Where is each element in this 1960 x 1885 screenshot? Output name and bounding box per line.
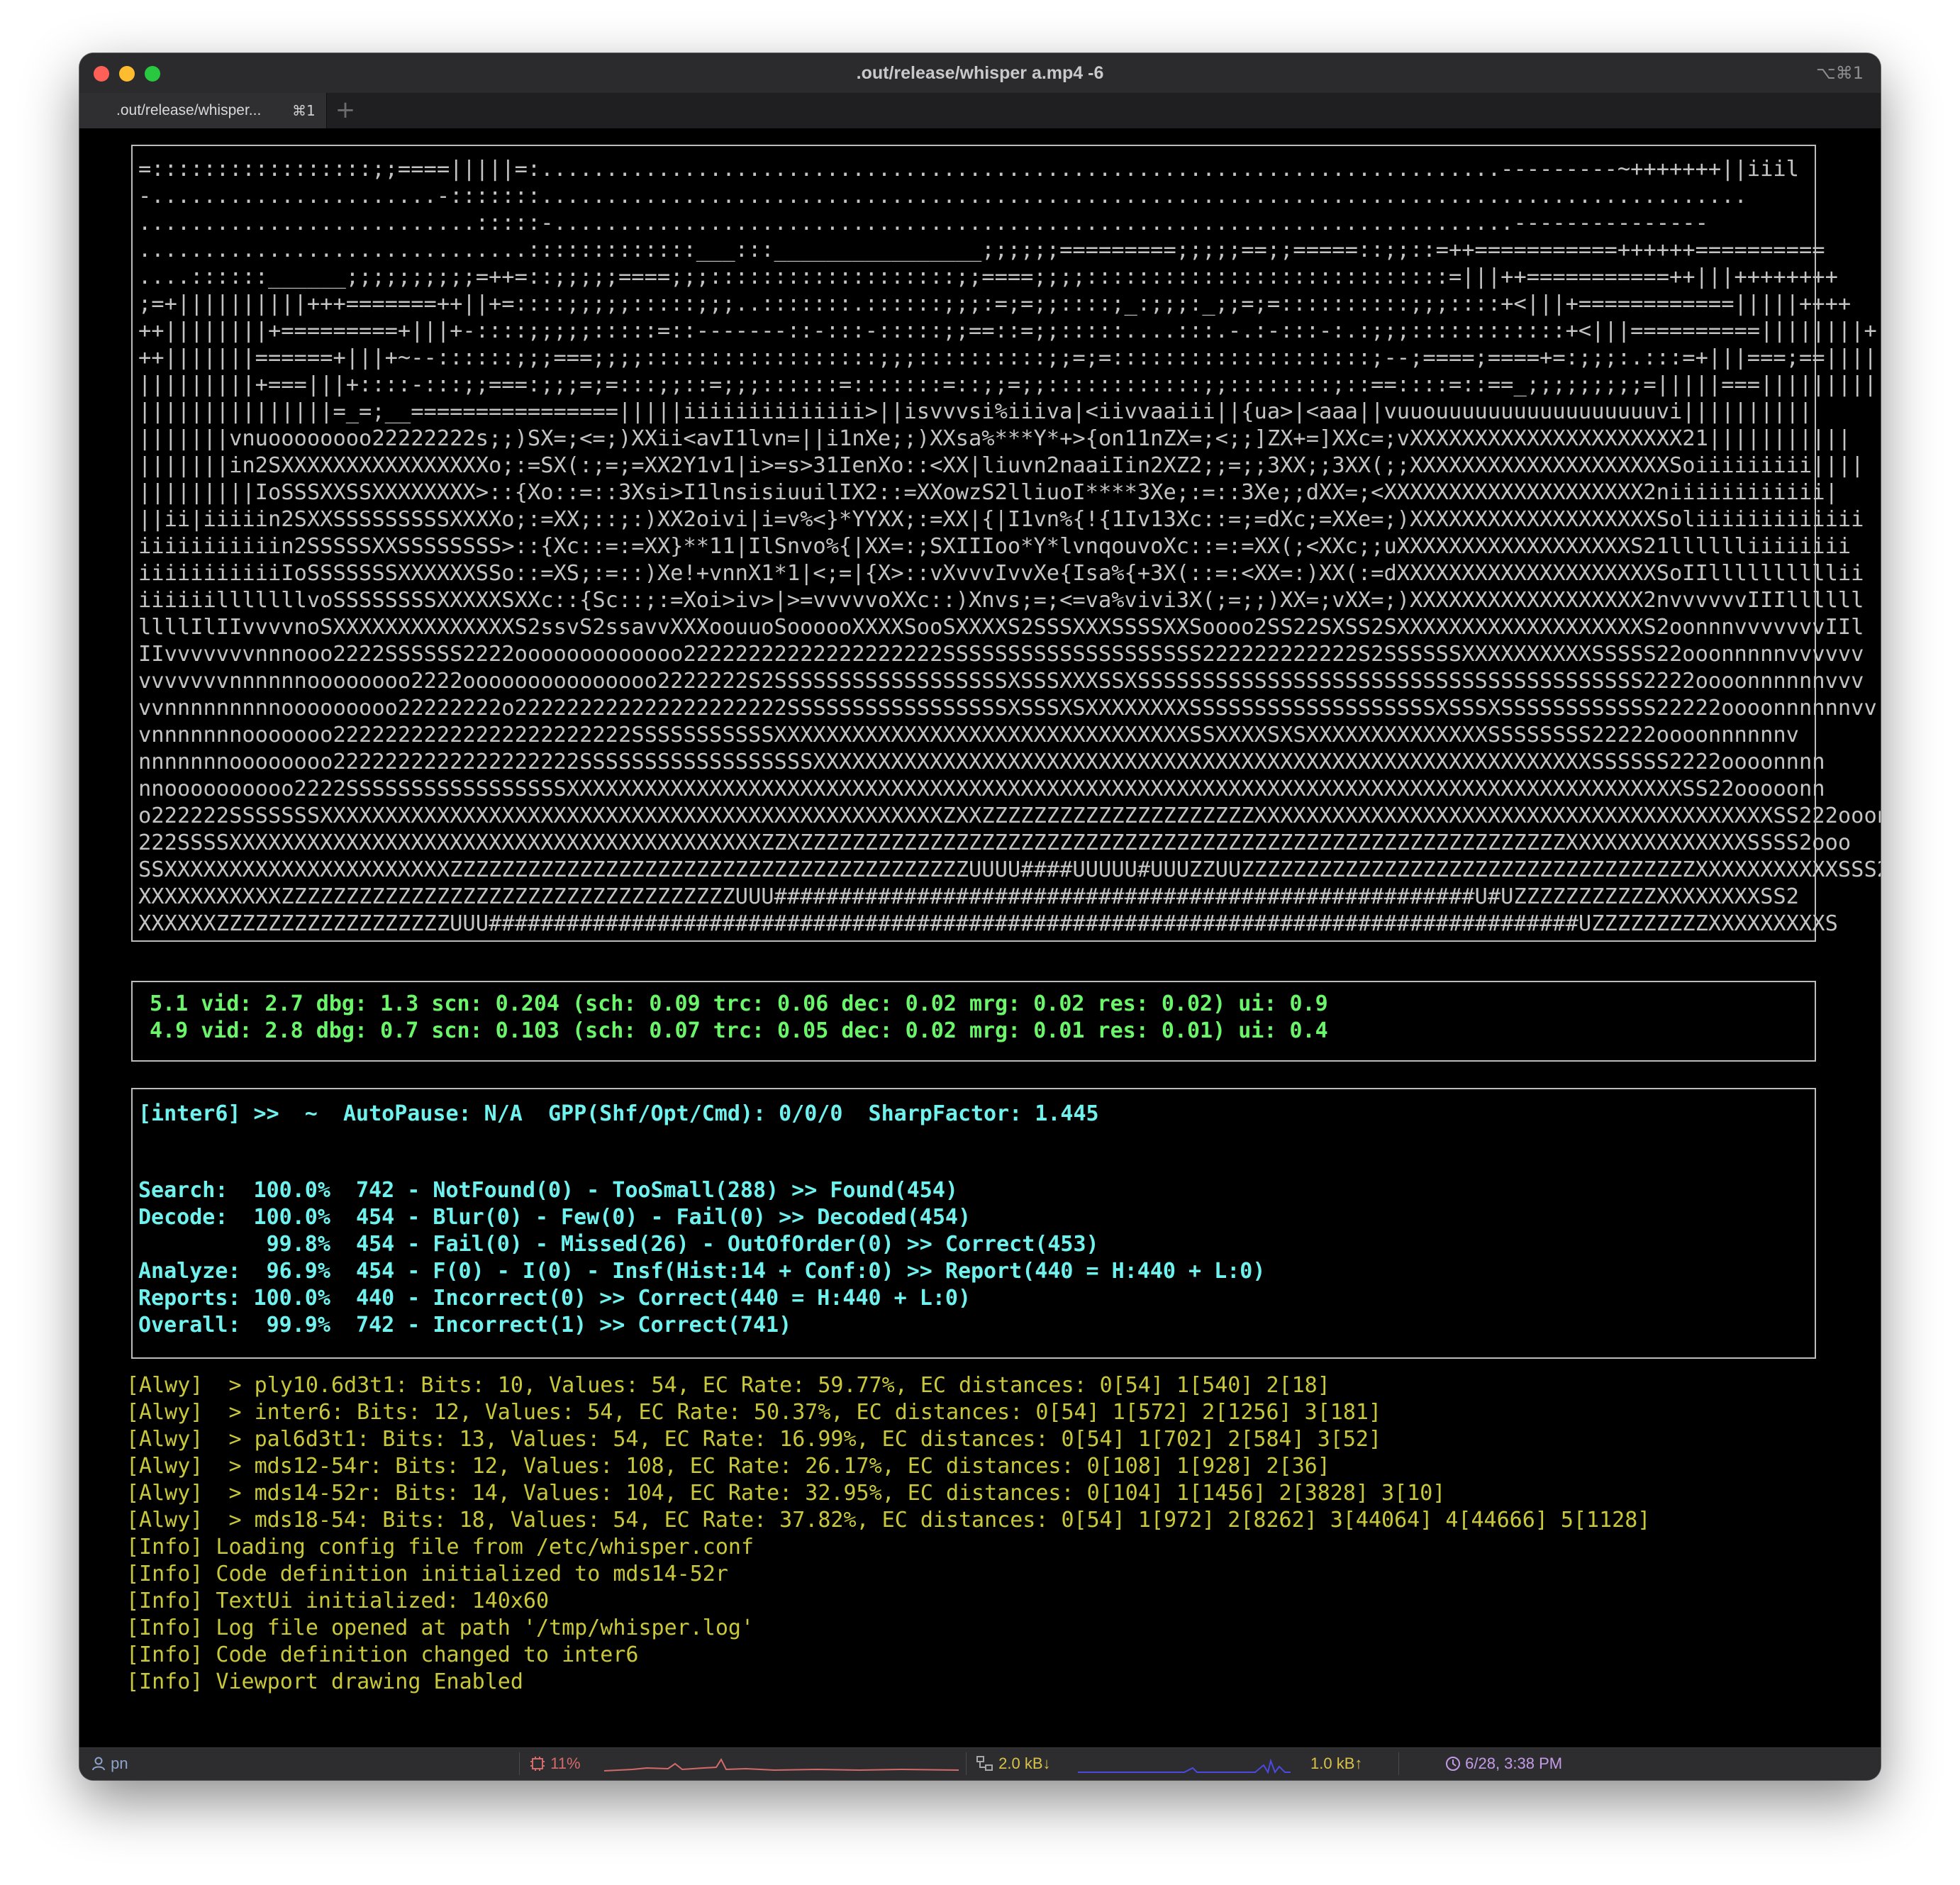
ascii-line: |||||||||||||||=_=;__================|||…	[138, 399, 1813, 424]
ascii-line: SSXXXXXXXXXXXXXXXXXXXXXXZZZZZZZZZZZZZZZZ…	[138, 857, 1881, 882]
log-line: [Alwy] > pal6d3t1: Bits: 13, Values: 54,…	[126, 1427, 1382, 1452]
stats-line: 99.8% 454 - Fail(0) - Missed(26) - OutOf…	[138, 1232, 1099, 1257]
ascii-line: vvnnnnnnnnnooooooooo22222222o22222222222…	[138, 696, 1877, 721]
cpu-status[interactable]: 11%	[529, 1755, 581, 1773]
clock-icon	[1446, 1757, 1460, 1771]
ascii-line: o222222SSSSSSSXXXXXXXXXXXXXXXXXXXXXXXXXX…	[138, 804, 1881, 828]
status-separator	[1398, 1752, 1399, 1775]
ascii-line: nnnnnnnoooooooo2222222222222222222SSSSSS…	[138, 750, 1825, 774]
user-name: pn	[111, 1755, 128, 1772]
net-up-value: 1.0 kB↑	[1310, 1755, 1363, 1772]
ascii-line: ++|||||||======+|||+~--::::::;;;===;;;;:…	[138, 345, 1881, 370]
terminal-window: .out/release/whisper a.mp4 -6 ⌥⌘1 .out/r…	[79, 53, 1881, 1780]
network-up-status[interactable]: 1.0 kB↑	[1310, 1755, 1362, 1773]
ascii-line: XXXXXXXXXXXZZZZZZZZZZZZZZZZZZZZZZZZZZZZZ…	[138, 884, 1799, 909]
ascii-line: nnoooooooooo2222SSSSSSSSSSSSSSSSSXXXXXXX…	[138, 777, 1825, 801]
log-line: [Info] Code definition initialized to md…	[126, 1562, 728, 1586]
ascii-line: ||ii|iiiiin2SXXSSSSSSSSSXXXXo;:=XX;::;:)…	[138, 507, 1864, 532]
cpu-icon	[530, 1757, 545, 1771]
ascii-line: iiiiiilllllllvoSSSSSSSSXXXXXSXXc::{Sc::;…	[138, 588, 1864, 613]
ascii-line: |||||||||IoSSSXXSSXXXXXXXX>::{Xo::=::3Xs…	[138, 480, 1838, 505]
user-icon	[92, 1757, 105, 1771]
tab-bar: .out/release/whisper... ⌘1 +	[79, 93, 1881, 128]
log-line: [Alwy] > inter6: Bits: 12, Values: 54, E…	[126, 1400, 1382, 1425]
cpu-sparkline	[604, 1757, 959, 1772]
timing-panel: 5.1 vid: 2.7 dbg: 1.3 scn: 0.204 (sch: 0…	[131, 981, 1816, 1062]
timing-lines: 5.1 vid: 2.7 dbg: 1.3 scn: 0.204 (sch: 0…	[133, 982, 1815, 1045]
window-shortcut: ⌥⌘1	[1816, 63, 1864, 83]
ascii-line: iiiiiiiiiiiIoSSSSSSSXXXXXXSSo::=XS;:=::)…	[138, 561, 1864, 586]
status-bar: pn 11% 2.0 kB↓ 1.0 kB↑ 6/28, 3:38 PM	[79, 1747, 1881, 1780]
stats-line: Reports: 100.0% 440 - Incorrect(0) >> Co…	[138, 1286, 971, 1311]
stats-panel: [inter6] >> ~ AutoPause: N/A GPP(Shf/Opt…	[131, 1088, 1816, 1359]
log-lines: [Alwy] > ply10.6d3t1: Bits: 10, Values: …	[126, 1372, 1828, 1696]
ascii-line: |||||||in2SXXXXXXXXXXXXXXXXo;:=SX(:;=;=X…	[138, 453, 1864, 478]
stats-header: [inter6] >> ~ AutoPause: N/A GPP(Shf/Opt…	[138, 1101, 1099, 1126]
log-output: [Alwy] > ply10.6d3t1: Bits: 10, Values: …	[126, 1372, 1828, 1696]
stats-line: Analyze: 96.9% 454 - F(0) - I(0) - Insf(…	[138, 1259, 1266, 1284]
log-line: [Info] Viewport drawing Enabled	[126, 1669, 523, 1694]
title-bar[interactable]: .out/release/whisper a.mp4 -6 ⌥⌘1	[79, 53, 1881, 94]
ascii-line: IIvvvvvvvnnnooo2222SSSSSS2222ooooooooooo…	[138, 642, 1864, 667]
datetime-value: 6/28, 3:38 PM	[1465, 1755, 1563, 1772]
ascii-line: -......................-:::::::.........…	[138, 184, 1747, 208]
ascii-line: llllIlIIvvvvnoSXXXXXXXXXXXXXXS2ssvS2ssav…	[138, 615, 1864, 640]
ascii-line: vvvvvvvnnnnnnoooooooo2222ooooooooooooooo…	[138, 669, 1864, 694]
status-separator	[966, 1752, 967, 1775]
tab-whisper[interactable]: .out/release/whisper... ⌘1	[79, 93, 327, 128]
log-line: [Alwy] > mds18-54: Bits: 18, Values: 54,…	[126, 1508, 1651, 1533]
ascii-viewport-panel: =:::::::::::::::::;;====|||||=:.........…	[131, 145, 1881, 942]
log-line: [Alwy] > ply10.6d3t1: Bits: 10, Values: …	[126, 1373, 1330, 1398]
stats-spacer	[133, 1128, 1815, 1166]
log-line: [Info] Code definition changed to inter6	[126, 1642, 639, 1667]
ascii-line: ..............................::::::::::…	[138, 238, 1825, 262]
log-line: [Alwy] > mds14-52r: Bits: 14, Values: 10…	[126, 1481, 1446, 1506]
ascii-line: ..........................:::::-........…	[138, 211, 1708, 235]
stats-lines: Search: 100.0% 742 - NotFound(0) - TooSm…	[133, 1166, 1815, 1339]
log-line: [Info] Loading config file from /etc/whi…	[126, 1535, 755, 1559]
ascii-line: vnnnnnnnooooooo22222222222222222222222SS…	[138, 723, 1799, 747]
ascii-line: |||||||vnuoooooooo22222222s;;)SX=;<=;)XX…	[138, 426, 1852, 451]
network-down-status[interactable]: 2.0 kB↓	[976, 1755, 1051, 1773]
network-icon	[976, 1756, 993, 1771]
window-title: .out/release/whisper a.mp4 -6	[856, 63, 1104, 83]
timing-line: 5.1 vid: 2.7 dbg: 1.3 scn: 0.204 (sch: 0…	[150, 991, 1328, 1016]
new-tab-button[interactable]: +	[329, 93, 362, 128]
ascii-line: |||||||||+===|||+::::-:::;;===:;;;=;=:::…	[138, 372, 1881, 397]
status-separator	[519, 1752, 520, 1775]
log-line: [Alwy] > mds12-54r: Bits: 12, Values: 10…	[126, 1454, 1330, 1479]
ascii-line: XXXXXXZZZZZZZZZZZZZZZZZZUUU#############…	[138, 911, 1838, 936]
log-line: [Info] TextUi initialized: 140x60	[126, 1589, 550, 1613]
clock-status[interactable]: 6/28, 3:38 PM	[1445, 1755, 1562, 1773]
ascii-line: 222SSSSXXXXXXXXXXXXXXXXXXXXXXXXXXXXXXXXX…	[138, 830, 1852, 855]
stats-line: Overall: 99.9% 742 - Incorrect(1) >> Cor…	[138, 1313, 792, 1338]
tab-label: .out/release/whisper...	[116, 102, 262, 118]
tab-shortcut: ⌘1	[292, 102, 316, 119]
log-line: [Info] Log file opened at path '/tmp/whi…	[126, 1616, 755, 1640]
user-status[interactable]: pn	[91, 1755, 128, 1773]
ascii-viewport: =:::::::::::::::::;;====|||||=:.........…	[133, 146, 1881, 938]
network-sparkline	[1078, 1758, 1291, 1774]
ascii-line: ....::::::______;;;;;;;;;;=++=::;;;;;===…	[138, 265, 1838, 289]
cpu-value: 11%	[550, 1755, 581, 1772]
ascii-line: =:::::::::::::::::;;====|||||=:.........…	[138, 157, 1799, 182]
timing-line: 4.9 vid: 2.8 dbg: 0.7 scn: 0.103 (sch: 0…	[150, 1018, 1328, 1043]
stats-line: Decode: 100.0% 454 - Blur(0) - Few(0) - …	[138, 1205, 971, 1230]
ascii-line: iiiiiiiiiiin2SSSSSXXSSSSSSSS>::{Xc::=:=X…	[138, 534, 1852, 559]
ascii-line: ;=+||||||||||+++=======++||+=::::;;;;;::…	[138, 291, 1852, 316]
ascii-line: ++||||||||+=========+|||+-::::;;;;;:::::…	[138, 318, 1877, 343]
stats-line: Search: 100.0% 742 - NotFound(0) - TooSm…	[138, 1178, 958, 1203]
net-down-value: 2.0 kB↓	[998, 1755, 1051, 1772]
